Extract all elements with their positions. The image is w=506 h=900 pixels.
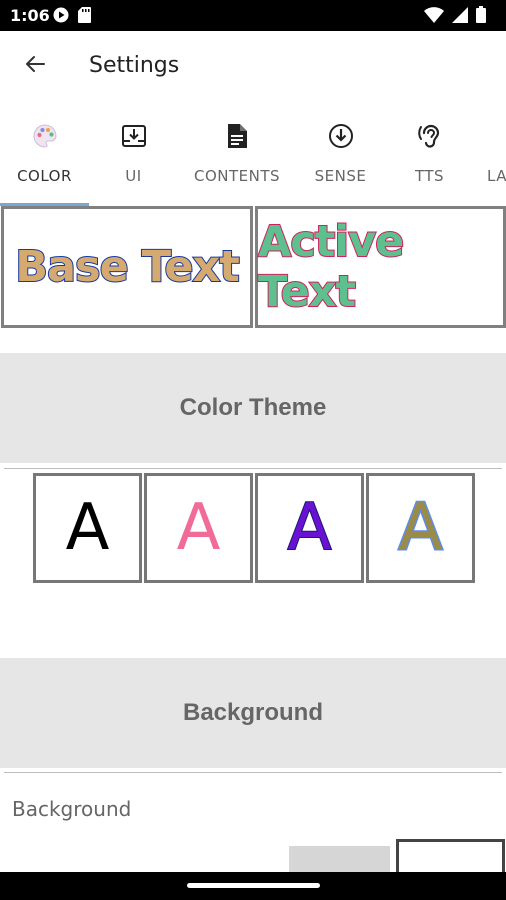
theme-swatch[interactable]: A [366,473,475,583]
arrow-back-icon [23,52,47,81]
theme-letter: A [176,491,221,565]
tab-bar: COLOR UI CONTENTS SENSE TTS LA [0,103,506,205]
download-box-icon [121,121,147,151]
tab-label: CONTENTS [193,167,281,185]
base-text-preview[interactable]: Base Text [1,206,253,328]
theme-swatch[interactable]: A [144,473,253,583]
tab-label: TTS [414,167,445,185]
preview-row: Base Text Active Text [0,206,506,328]
status-time: 1:06 [10,6,50,25]
tab-label: UI [125,167,142,185]
tab-ui[interactable]: UI [89,103,178,205]
active-text-preview[interactable]: Active Text [255,206,506,328]
palette-icon [32,121,58,151]
wifi-icon [424,6,444,28]
page-title: Settings [89,53,180,78]
signal-icon [452,6,468,28]
play-notification-icon [53,7,69,28]
navigation-bar [0,872,506,900]
tab-color[interactable]: COLOR [0,103,89,205]
theme-letter: A [287,491,333,565]
color-theme-header: Color Theme [0,353,506,463]
section-title: Color Theme [179,394,327,421]
theme-swatch-row: A A A A [33,473,475,583]
theme-swatch[interactable]: A [33,473,142,583]
sd-card-icon [78,7,91,28]
active-text-sample: Active Text [257,216,405,318]
tab-label: SENSE [314,167,367,185]
divider [4,468,502,469]
tab-label: COLOR [17,167,72,185]
base-text-sample: Base Text [14,241,241,293]
divider [4,772,502,773]
theme-letter: A [65,491,110,565]
app-bar: Settings [0,31,506,101]
section-title: Background [182,699,323,726]
document-icon [226,121,248,151]
theme-letter: A [397,491,444,565]
back-button[interactable] [18,51,52,81]
theme-swatch[interactable]: A [255,473,364,583]
home-handle[interactable] [187,883,320,888]
circle-arrow-down-icon [328,121,354,151]
tab-la[interactable]: LA [474,103,506,205]
tab-contents[interactable]: CONTENTS [178,103,296,205]
background-header: Background [0,658,506,768]
battery-icon [476,6,486,28]
status-bar: 1:06 [0,0,506,31]
ear-icon [417,121,442,151]
tab-sense[interactable]: SENSE [296,103,385,205]
background-label: Background [12,797,132,821]
tab-tts[interactable]: TTS [385,103,474,205]
tab-label: LA [487,167,506,185]
